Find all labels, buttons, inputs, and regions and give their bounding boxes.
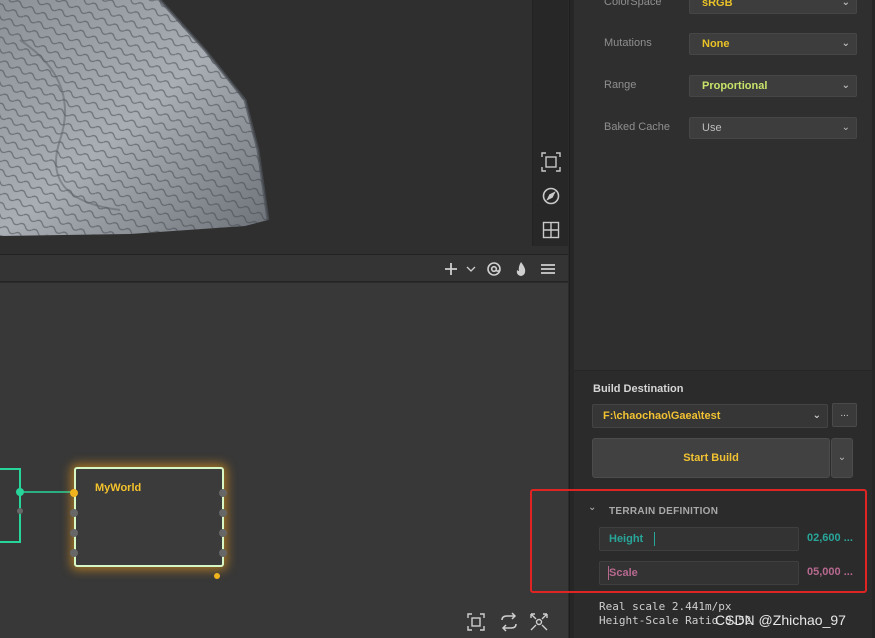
property-label: ColorSpace — [604, 0, 662, 8]
output-port[interactable] — [219, 489, 227, 497]
start-build-button[interactable]: Start Build — [592, 438, 830, 478]
flame-icon[interactable] — [513, 260, 529, 278]
terrain-preview — [0, 0, 270, 236]
input-port[interactable] — [70, 509, 78, 517]
input-port[interactable] — [70, 549, 78, 557]
add-icon[interactable] — [443, 260, 459, 278]
property-row-range: Range Proportional ⌄ — [574, 75, 872, 99]
range-select[interactable]: Proportional ⌄ — [689, 75, 857, 97]
real-scale-info: Real scale 2.441m/px — [599, 600, 732, 613]
node-title: MyWorld — [95, 482, 142, 494]
3d-viewport[interactable] — [0, 0, 568, 254]
property-label: Range — [604, 79, 637, 91]
property-row-colorspace: ColorSpace sRGB ⌄ — [574, 0, 872, 16]
node-graph[interactable]: MyWorld — [0, 283, 568, 638]
chevron-down-icon: ⌄ — [812, 410, 821, 421]
graph-toolbar — [0, 254, 568, 282]
menu-icon[interactable] — [540, 260, 556, 278]
refresh-icon[interactable] — [499, 612, 519, 632]
auto-arrange-icon[interactable] — [529, 612, 549, 632]
chevron-down-icon: ⌄ — [837, 452, 847, 463]
chevron-down-icon: ⌄ — [841, 38, 850, 49]
property-row-baked-cache: Baked Cache Use ⌄ — [574, 117, 872, 141]
grid-view-icon[interactable] — [541, 220, 561, 240]
mutations-select[interactable]: None ⌄ — [689, 33, 857, 55]
annotation-highlight-box — [530, 489, 867, 593]
output-port[interactable] — [219, 509, 227, 517]
fit-view-icon[interactable] — [466, 612, 486, 632]
input-port-primary[interactable] — [70, 489, 78, 497]
frame-select-icon[interactable] — [541, 152, 561, 172]
build-destination-path: F:\chaochao\Gaea\test — [603, 410, 721, 422]
output-port[interactable] — [219, 549, 227, 557]
colorspace-select[interactable]: sRGB ⌄ — [689, 0, 857, 14]
chevron-down-icon: ⌄ — [841, 0, 850, 8]
graph-links — [0, 468, 74, 543]
output-port — [16, 488, 24, 496]
compass-icon[interactable] — [541, 186, 561, 206]
baked-cache-select[interactable]: Use ⌄ — [689, 117, 857, 139]
node-myworld[interactable]: MyWorld — [70, 467, 227, 579]
input-port[interactable] — [70, 529, 78, 537]
property-row-mutations: Mutations None ⌄ — [574, 33, 872, 57]
watermark: CSDN @Zhichao_97 — [715, 612, 846, 628]
select-value: None — [702, 38, 730, 50]
property-label: Mutations — [604, 37, 652, 49]
output-port[interactable] — [219, 529, 227, 537]
node-properties: ColorSpace sRGB ⌄ Mutations None ⌄ Range… — [574, 0, 872, 370]
viewport-toolbar — [532, 0, 568, 246]
build-options-button[interactable]: ⌄ — [831, 438, 853, 478]
upstream-node-edge — [0, 468, 21, 543]
build-destination-label: Build Destination — [593, 383, 684, 395]
browse-button[interactable]: ... — [832, 403, 857, 427]
port — [17, 508, 23, 514]
chevron-down-icon[interactable] — [465, 260, 477, 278]
at-icon[interactable] — [486, 260, 502, 278]
build-destination-select[interactable]: F:\chaochao\Gaea\test ⌄ — [592, 404, 828, 428]
select-value: Proportional — [702, 80, 768, 92]
chevron-down-icon: ⌄ — [841, 122, 850, 133]
select-value: sRGB — [702, 0, 733, 9]
property-label: Baked Cache — [604, 121, 671, 133]
node-status-dot — [214, 573, 220, 579]
chevron-down-icon: ⌄ — [841, 80, 850, 91]
select-value: Use — [702, 122, 722, 134]
